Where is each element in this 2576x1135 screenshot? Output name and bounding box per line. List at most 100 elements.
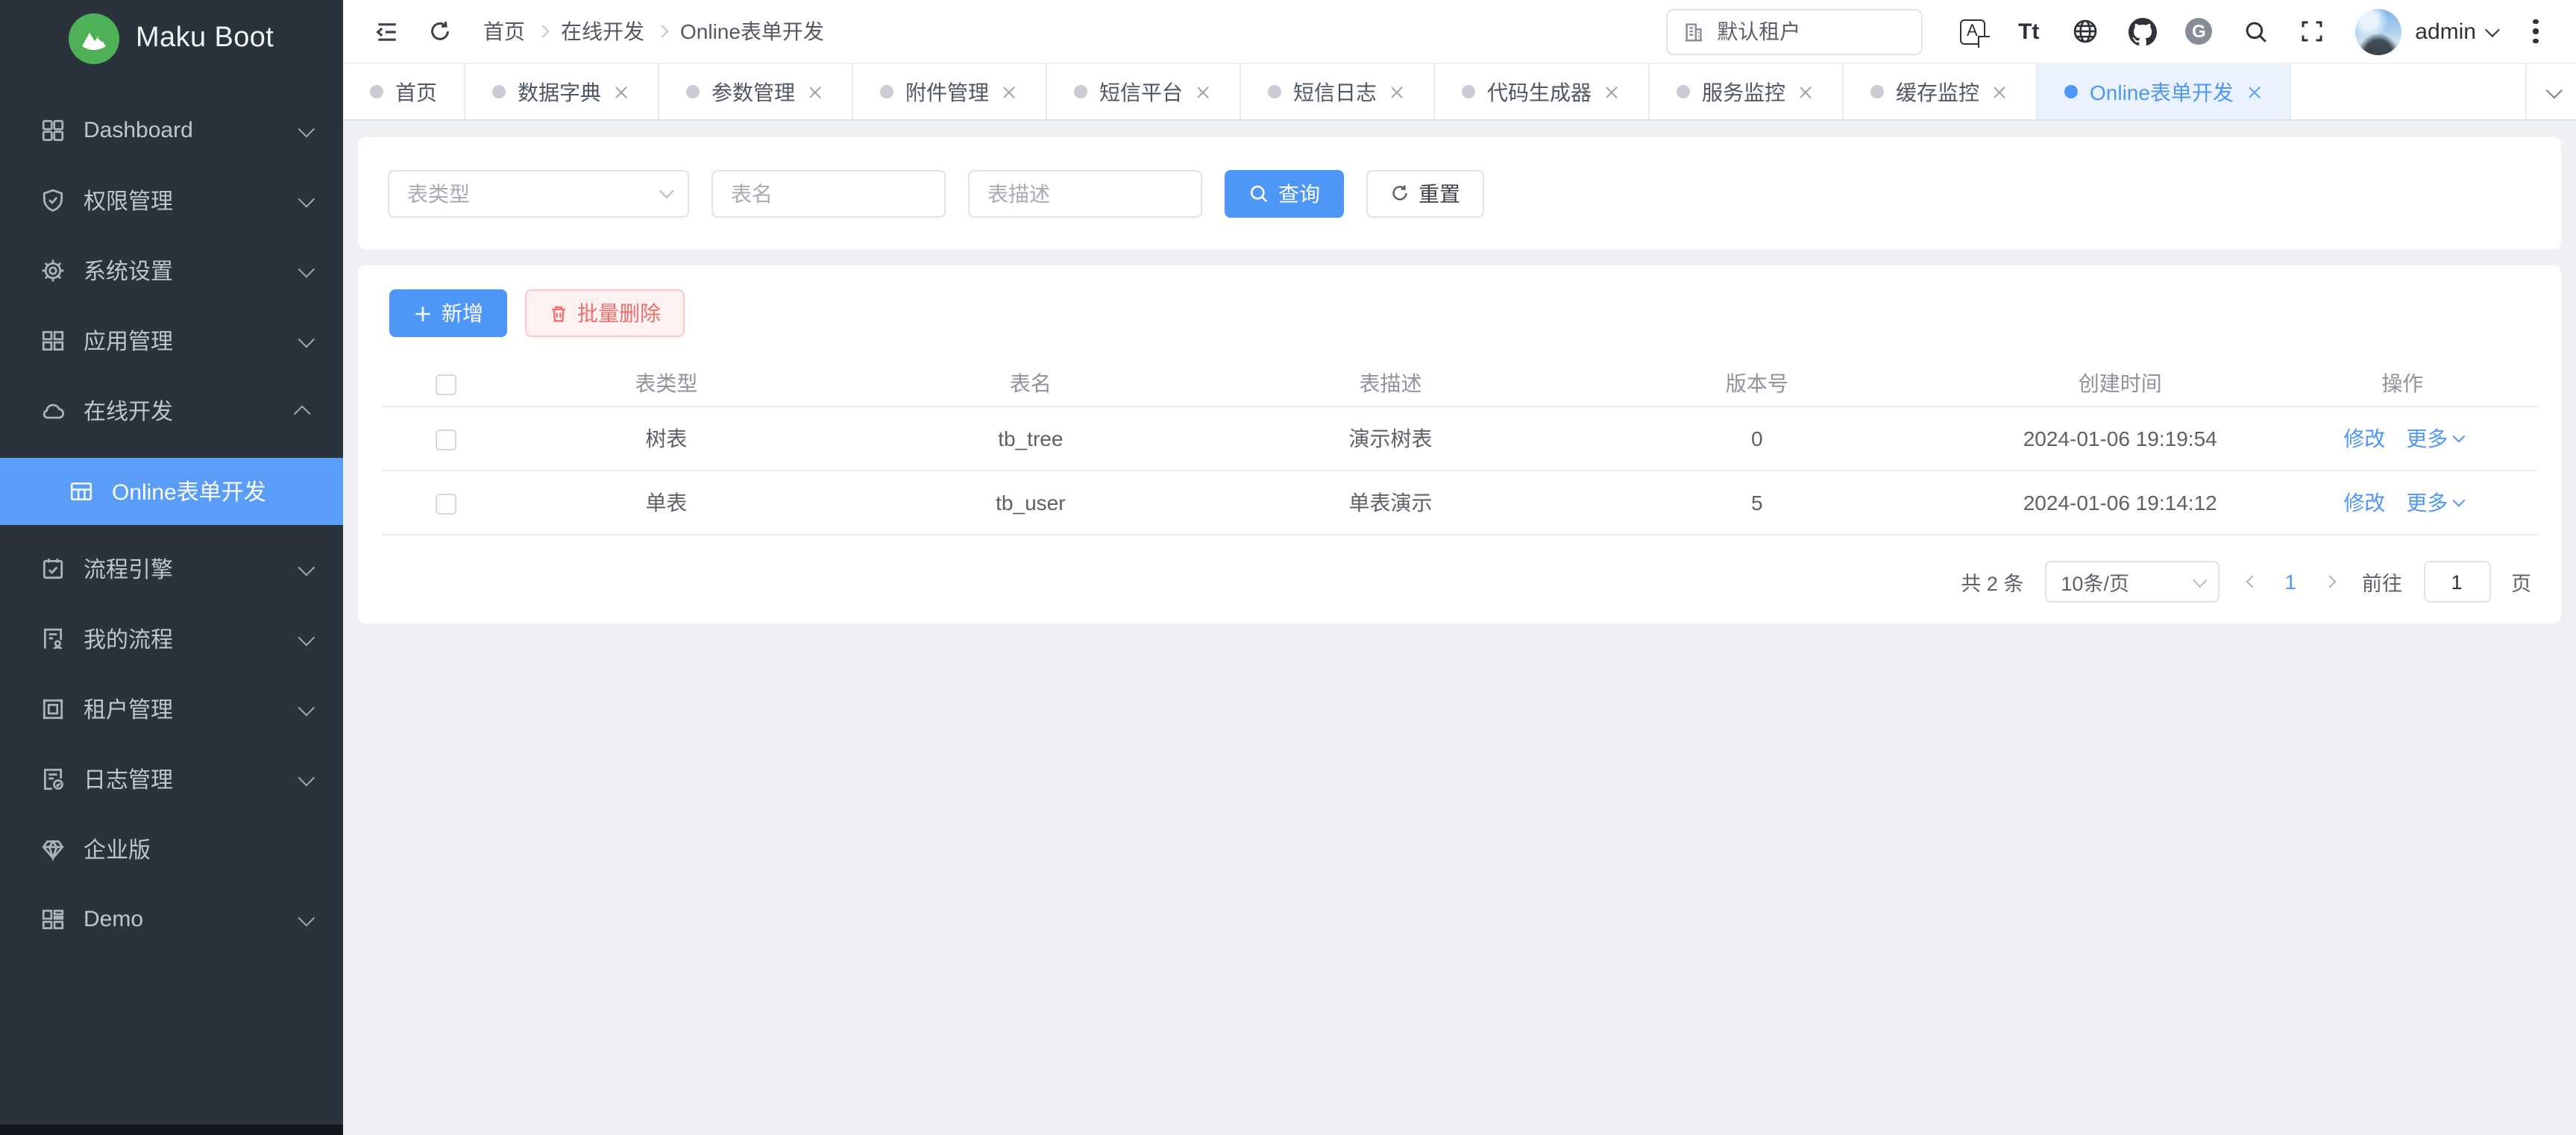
row-checkbox[interactable] (436, 430, 457, 450)
cell-created: 2024-01-06 19:14:12 (1973, 491, 2268, 515)
close-icon[interactable] (1001, 83, 1019, 101)
header-actions: 默认租户 A Tt G (1666, 8, 2555, 54)
page-size-select[interactable]: 10条/页 (2044, 561, 2219, 603)
stamp-frame-icon (39, 696, 66, 723)
more-link-label: 更多 (2406, 488, 2448, 518)
sidebar-item-log[interactable]: 日志管理 (0, 744, 343, 814)
breadcrumb-home[interactable]: 首页 (483, 16, 525, 46)
more-link[interactable]: 更多 (2406, 424, 2461, 453)
tab-param[interactable]: 参数管理 (659, 64, 853, 119)
cell-created: 2024-01-06 19:19:54 (1973, 427, 2268, 450)
edit-link[interactable]: 修改 (2343, 488, 2385, 518)
table-toolbar: 新增 批量删除 (382, 289, 2537, 337)
tab-sms-platform[interactable]: 短信平台 (1047, 64, 1241, 119)
close-icon[interactable] (2246, 83, 2264, 101)
tab-dot-icon (2064, 85, 2078, 98)
prev-page-button[interactable] (2240, 577, 2264, 586)
building-icon (1683, 20, 1705, 43)
page-number[interactable]: 1 (2284, 570, 2296, 594)
fullscreen-icon[interactable] (2284, 9, 2340, 54)
sidebar-bottom-strip (0, 1125, 343, 1135)
data-table: 表类型 表名 表描述 版本号 创建时间 操作 树表 tb_tree 演示树表 0… (382, 359, 2537, 535)
chevron-down-icon (298, 260, 315, 277)
tab-online-form[interactable]: Online表单开发 (2038, 64, 2292, 119)
sidebar-fold-icon[interactable] (367, 12, 406, 51)
dashboard-icon (39, 117, 66, 144)
select-all-checkbox[interactable] (436, 374, 457, 394)
header-icon-group: A Tt G (1944, 9, 2340, 54)
github-icon[interactable] (2114, 9, 2170, 54)
close-icon[interactable] (1797, 83, 1815, 101)
search-icon[interactable] (2227, 9, 2284, 54)
row-checkbox[interactable] (436, 494, 457, 515)
reset-button-label: 重置 (1419, 178, 1460, 208)
gitee-icon[interactable]: G (2170, 9, 2227, 54)
chevron-down-icon (298, 120, 315, 137)
close-icon[interactable] (807, 83, 825, 101)
globe-icon[interactable] (2057, 9, 2114, 54)
sidebar-item-permission[interactable]: 权限管理 (0, 166, 343, 236)
tab-dot-icon (492, 85, 506, 98)
tenant-select[interactable]: 默认租户 (1666, 8, 1923, 54)
tab-service-monitor[interactable]: 服务监控 (1650, 64, 1844, 119)
sidebar-item-workflow[interactable]: 流程引擎 (0, 534, 343, 604)
page-unit-label: 页 (2511, 567, 2531, 597)
chevron-down-icon (298, 909, 315, 926)
tab-cache-monitor[interactable]: 缓存监控 (1844, 64, 2038, 119)
tab-dot-icon (1462, 85, 1475, 98)
tab-label: 服务监控 (1702, 77, 1785, 107)
username[interactable]: admin (2415, 19, 2476, 44)
sidebar-item-label: 租户管理 (84, 694, 298, 725)
next-page-button[interactable] (2317, 577, 2341, 586)
app-window: Maku Boot Dashboard 权限管理 (0, 0, 2576, 1135)
user-avatar[interactable] (2355, 8, 2401, 54)
more-link[interactable]: 更多 (2406, 488, 2461, 518)
reset-button[interactable]: 重置 (1366, 169, 1484, 217)
search-icon (1248, 183, 1269, 204)
table-name-input[interactable] (711, 169, 946, 217)
app-logo[interactable]: Maku Boot (0, 0, 343, 78)
sidebar-item-enterprise[interactable]: 企业版 (0, 814, 343, 884)
sidebar-item-dashboard[interactable]: Dashboard (0, 95, 343, 166)
add-button[interactable]: 新增 (389, 289, 507, 337)
tab-attachment[interactable]: 附件管理 (853, 64, 1047, 119)
search-button-label: 查询 (1278, 178, 1320, 208)
sidebar-item-apps[interactable]: 应用管理 (0, 306, 343, 376)
sidebar-item-label: 企业版 (84, 834, 310, 865)
sidebar-item-online-dev[interactable]: 在线开发 (0, 376, 343, 446)
cell-version: 0 (1542, 427, 1973, 450)
font-size-icon[interactable]: Tt (2000, 9, 2057, 54)
search-button[interactable]: 查询 (1225, 169, 1344, 217)
goto-page-input[interactable] (2423, 561, 2490, 603)
table-type-select[interactable]: 表类型 (388, 169, 689, 217)
sidebar-item-demo[interactable]: Demo (0, 884, 343, 955)
tab-home[interactable]: 首页 (343, 64, 465, 119)
translate-icon[interactable]: A (1944, 9, 2000, 54)
sidebar-item-tenant[interactable]: 租户管理 (0, 674, 343, 744)
cell-table-desc: 单表演示 (1240, 488, 1542, 518)
demo-grid-icon (39, 906, 66, 933)
breadcrumb-separator-icon (656, 25, 669, 38)
more-menu-icon[interactable] (2516, 9, 2555, 54)
close-icon[interactable] (1991, 83, 2009, 101)
table-header-row: 表类型 表名 表描述 版本号 创建时间 操作 (382, 359, 2537, 407)
close-icon[interactable] (1389, 83, 1407, 101)
tab-sms-log[interactable]: 短信日志 (1241, 64, 1435, 119)
sidebar-item-my-flow[interactable]: 我的流程 (0, 604, 343, 674)
table-desc-input[interactable] (968, 169, 1202, 217)
close-icon[interactable] (1603, 83, 1621, 101)
close-icon[interactable] (1195, 83, 1213, 101)
chevron-right-icon (2323, 576, 2336, 588)
tab-code-gen[interactable]: 代码生成器 (1435, 64, 1650, 119)
sidebar-item-online-form[interactable]: Online表单开发 (0, 458, 343, 525)
batch-delete-button[interactable]: 批量删除 (525, 289, 685, 337)
refresh-icon[interactable] (421, 12, 459, 51)
edit-link[interactable]: 修改 (2343, 424, 2385, 453)
tabs-dropdown[interactable] (2525, 64, 2576, 119)
page-content: 表类型 查询 重置 新增 (343, 121, 2576, 1135)
breadcrumb-online-dev[interactable]: 在线开发 (561, 16, 644, 46)
sidebar-item-system[interactable]: 系统设置 (0, 236, 343, 306)
close-icon[interactable] (613, 83, 631, 101)
tab-data-dict[interactable]: 数据字典 (465, 64, 659, 119)
tab-dot-icon (1074, 85, 1087, 98)
